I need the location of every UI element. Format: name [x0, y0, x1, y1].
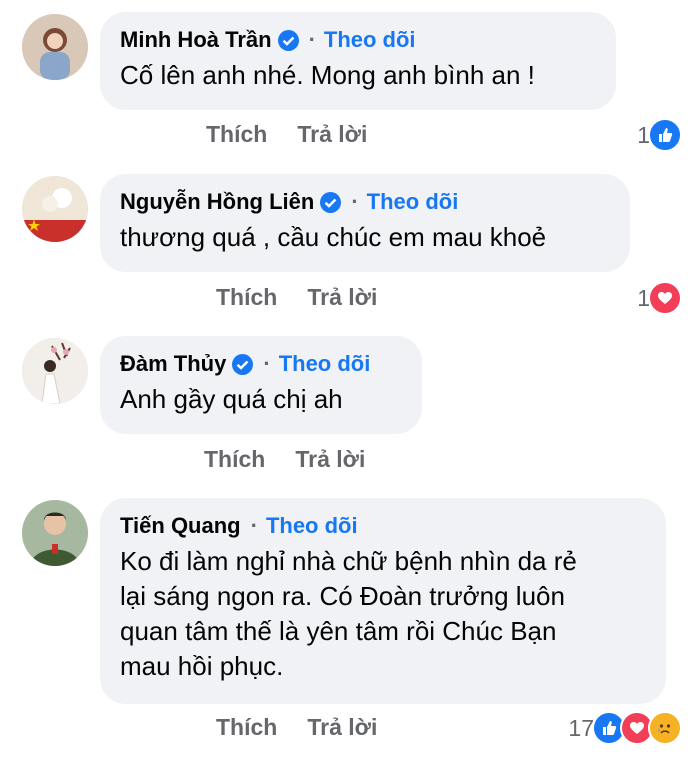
comment-bubble: Đàm Thủy · Theo dõi Anh gầy quá chị ah [100, 336, 422, 434]
verified-badge-icon [232, 353, 254, 375]
separator-dot: · [308, 27, 316, 52]
comment-text-line: Ko đi làm nghỉ nhà chữ bệnh nhìn da rẻ [120, 546, 577, 576]
comment-text-line: mau hồi phục. [120, 651, 284, 681]
comment-bubble: Minh Hoà Trần · Theo dõi Cố lên anh nhé.… [100, 12, 616, 110]
avatar[interactable] [22, 500, 88, 566]
separator-dot: · [263, 351, 271, 376]
avatar[interactable] [22, 176, 88, 242]
commenter-name[interactable]: Đàm Thủy [120, 351, 226, 377]
separator-dot: · [250, 513, 258, 538]
reactions-summary[interactable]: 1 [637, 118, 682, 152]
reactions-summary[interactable]: 1 [637, 281, 682, 315]
comment-text: thương quá , cầu chúc em mau khoẻ [120, 222, 547, 252]
reply-button[interactable]: Trả lời [307, 714, 377, 741]
comment-bubble: Nguyễn Hồng Liên · Theo dõi thương quá ,… [100, 174, 630, 272]
avatar[interactable] [22, 14, 88, 80]
avatar[interactable] [22, 338, 88, 404]
follow-button[interactable]: Theo dõi [279, 351, 371, 377]
reply-button[interactable]: Trả lời [307, 284, 377, 311]
comment-text-line: lại sáng ngon ra. Có Đoàn trưởng luôn [120, 581, 565, 611]
comment-text: Ko đi làm nghỉ nhà chữ bệnh nhìn da rẻ l… [120, 544, 646, 684]
reply-button[interactable]: Trả lời [295, 446, 365, 473]
verified-badge-icon [277, 29, 299, 51]
commenter-name[interactable]: Nguyễn Hồng Liên [120, 189, 314, 215]
commenter-name[interactable]: Minh Hoà Trần [120, 27, 272, 53]
commenter-name[interactable]: Tiến Quang [120, 513, 241, 539]
comment-text: Anh gầy quá chị ah [120, 384, 343, 414]
follow-button[interactable]: Theo dõi [266, 513, 358, 539]
reactions-summary[interactable]: 17 [568, 711, 682, 745]
follow-button[interactable]: Theo dõi [367, 189, 459, 215]
comment-text-line: quan tâm thế là yên tâm rồi Chúc Bạn [120, 616, 557, 646]
like-button[interactable]: Thích [206, 121, 267, 148]
comment-bubble: Tiến Quang · Theo dõi Ko đi làm nghỉ nhà… [100, 498, 666, 704]
like-icon [648, 118, 682, 152]
like-button[interactable]: Thích [204, 446, 265, 473]
sad-icon [648, 711, 682, 745]
like-button[interactable]: Thích [216, 714, 277, 741]
follow-button[interactable]: Theo dõi [324, 27, 416, 53]
reply-button[interactable]: Trả lời [297, 121, 367, 148]
separator-dot: · [351, 189, 359, 214]
reaction-count: 17 [568, 714, 594, 741]
like-button[interactable]: Thích [216, 284, 277, 311]
love-icon [648, 281, 682, 315]
verified-badge-icon [320, 191, 342, 213]
comment-text: Cố lên anh nhé. Mong anh bình an ! [120, 60, 535, 90]
